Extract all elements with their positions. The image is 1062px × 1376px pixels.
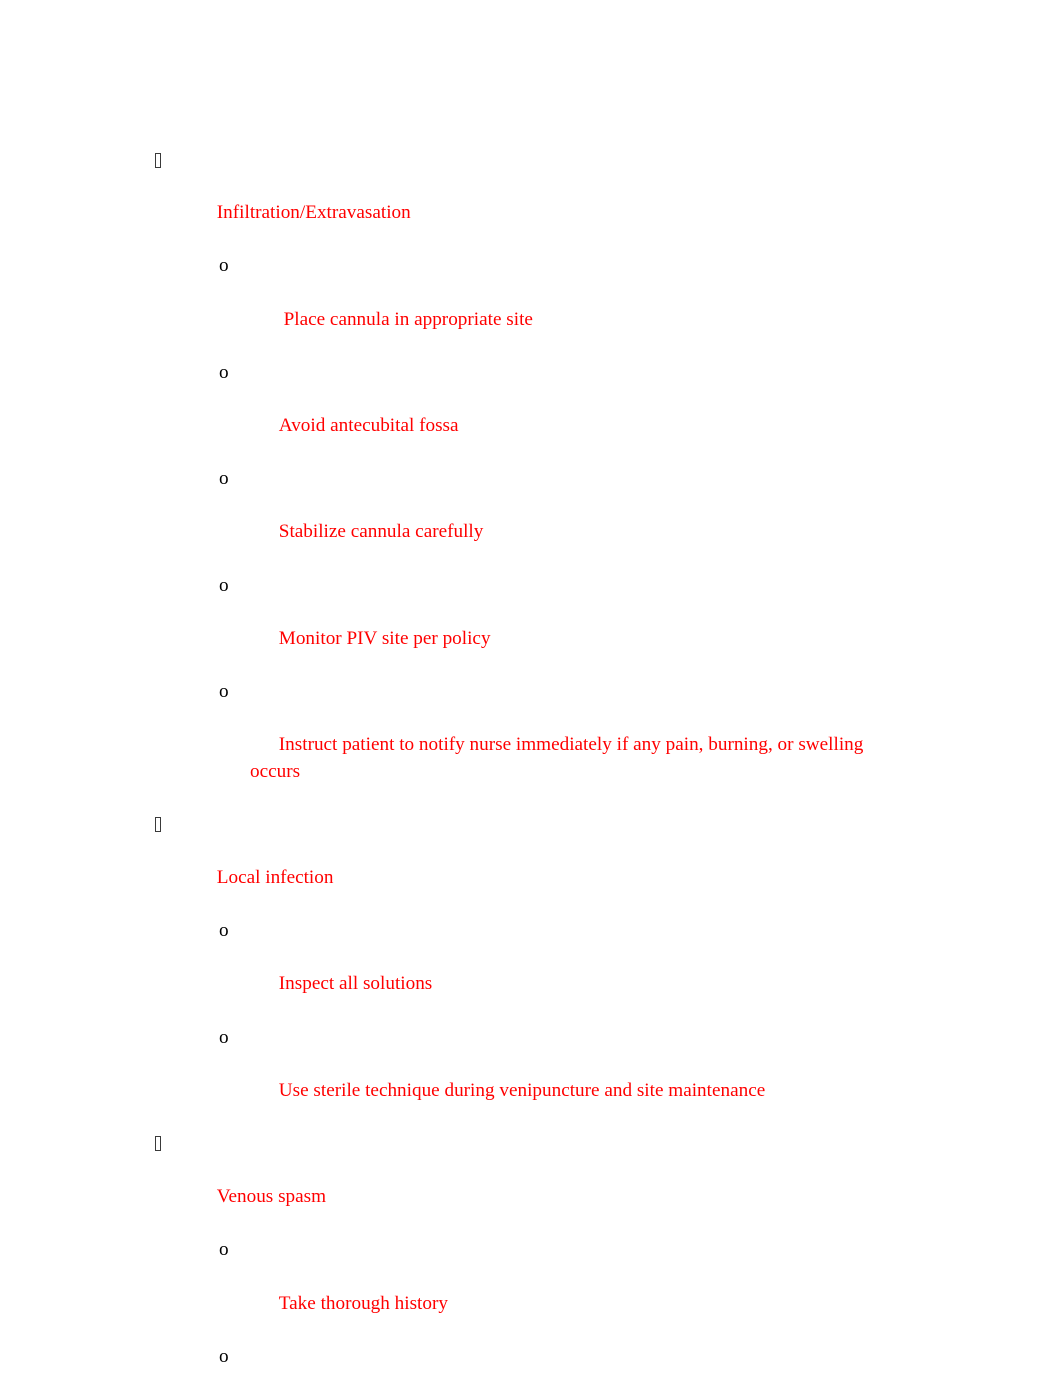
outline-level2-label: Instruct patient to notify nurse immedia… (250, 734, 869, 782)
o-bullet-icon: o (219, 255, 229, 277)
outline-level1-item: Local infection (0, 812, 1062, 918)
outline-level2-label: Stabilize cannula carefully (278, 521, 484, 543)
outline-level2-item: o Stabilize cannula carefully (0, 466, 1062, 572)
o-bullet-icon: o (219, 1239, 229, 1261)
outline-level1-label: Venous spasm (216, 1186, 327, 1208)
outline-level2-label: Use sterile technique during venipunctur… (278, 1079, 766, 1101)
outline-level2-item: o Avoid antecubital fossa (0, 360, 1062, 466)
outline-level2-item: o Verify allergies (0, 1344, 1062, 1376)
o-bullet-icon: o (219, 1345, 229, 1367)
outline-level1-label: Local infection (216, 867, 334, 889)
outline-level1-item: Venous spasm (0, 1131, 1062, 1237)
outline-level1-label: Infiltration/Extravasation (216, 202, 411, 224)
o-bullet-icon: o (219, 920, 229, 942)
outline-level2-label: Take thorough history (278, 1292, 448, 1314)
o-bullet-icon: o (219, 574, 229, 596)
outline-level2-label: Avoid antecubital fossa (278, 414, 459, 436)
wingdings-box-icon (155, 152, 161, 168)
document-page: Infiltration/Extravasation o Place cannu… (0, 0, 1062, 1376)
outline-level2-item: o Take thorough history (0, 1237, 1062, 1343)
outline-level2-label: Place cannula in appropriate site (278, 308, 533, 330)
o-bullet-icon: o (219, 361, 229, 383)
outline-level1-item: Infiltration/Extravasation (0, 147, 1062, 253)
outline-level2-item: o Use sterile technique during venipunct… (0, 1025, 1062, 1131)
wingdings-box-icon (155, 817, 161, 833)
wingdings-box-icon (155, 1136, 161, 1152)
o-bullet-icon: o (219, 1026, 229, 1048)
outline-level2-label: Monitor PIV site per policy (278, 627, 491, 649)
o-bullet-icon: o (219, 680, 229, 702)
outline-level2-item: o Place cannula in appropriate site (0, 253, 1062, 359)
outline-level2-item: o Monitor PIV site per policy (0, 573, 1062, 679)
outline-level2-item: o Instruct patient to notify nurse immed… (0, 679, 1062, 812)
outline-body: Infiltration/Extravasation o Place cannu… (0, 147, 1062, 1376)
outline-level2-item: o Inspect all solutions (0, 918, 1062, 1024)
outline-level2-label: Inspect all solutions (278, 973, 433, 995)
o-bullet-icon: o (219, 468, 229, 490)
